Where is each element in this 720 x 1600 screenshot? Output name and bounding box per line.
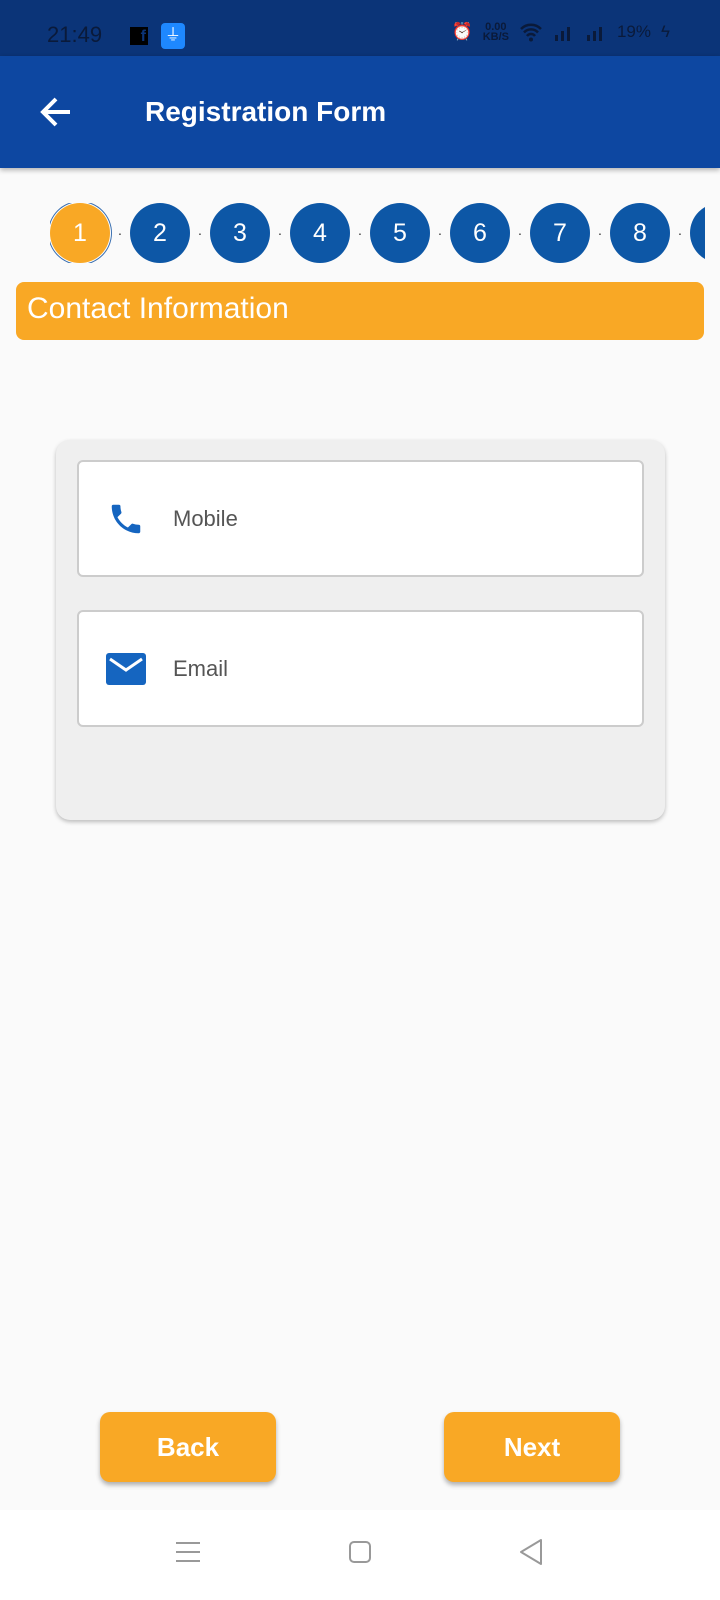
alarm-icon: ⏰ (451, 22, 473, 41)
step-connector: · (117, 225, 123, 241)
net-speed-unit: KB/S (482, 31, 509, 43)
email-icon (105, 652, 147, 685)
email-placeholder: Email (173, 655, 229, 681)
menu-icon[interactable] (175, 1540, 201, 1564)
usb-icon: ⏚ (161, 23, 185, 49)
back-button[interactable]: Back (100, 1412, 276, 1482)
step-connector: · (357, 225, 363, 241)
step-connector: · (517, 225, 523, 241)
facebook-icon: f (130, 27, 148, 45)
step-connector: · (277, 225, 283, 241)
step-3[interactable]: 3 (210, 203, 270, 263)
battery-level: 19% (616, 22, 651, 41)
step-8[interactable]: 8 (610, 203, 670, 263)
signal-icon (554, 27, 570, 41)
step-connector: · (437, 225, 443, 241)
net-speed: 0.00 KB/S (482, 22, 509, 43)
mobile-placeholder: Mobile (173, 505, 238, 531)
step-5[interactable]: 5 (370, 203, 430, 263)
section-title: Contact Information (16, 282, 704, 340)
step-connector: · (597, 225, 603, 241)
step-6[interactable]: 6 (450, 203, 510, 263)
status-time: 21:49 (47, 22, 103, 47)
step-connector: · (197, 225, 203, 241)
step-2[interactable]: 2 (130, 203, 190, 263)
email-field[interactable]: Email (77, 610, 644, 727)
step-connector: · (677, 225, 683, 241)
step-4[interactable]: 4 (290, 203, 350, 263)
wifi-icon (520, 23, 542, 42)
home-icon[interactable] (348, 1540, 372, 1564)
system-nav-bar (0, 1510, 720, 1600)
next-button[interactable]: Next (444, 1412, 620, 1482)
phone-icon (105, 500, 147, 538)
step-7[interactable]: 7 (530, 203, 590, 263)
status-bar: 21:49 f ⏚ ⏰ 0.00 KB/S 19% ϟ (0, 0, 720, 56)
mobile-field[interactable]: Mobile (77, 460, 644, 577)
page-title: Registration Form (145, 96, 387, 127)
charging-icon: ϟ (661, 22, 670, 41)
back-nav-icon[interactable] (518, 1538, 544, 1566)
form-card: Mobile Email (56, 440, 665, 820)
signal-icon-2 (586, 27, 602, 41)
stepper: 1 · 2 · 3 · 4 · 5 · 6 · 7 · 8 · 9 (50, 203, 705, 263)
step-9[interactable]: 9 (690, 203, 705, 263)
back-arrow-icon[interactable] (36, 92, 76, 132)
step-1[interactable]: 1 (50, 203, 110, 263)
app-bar: Registration Form (0, 56, 720, 168)
